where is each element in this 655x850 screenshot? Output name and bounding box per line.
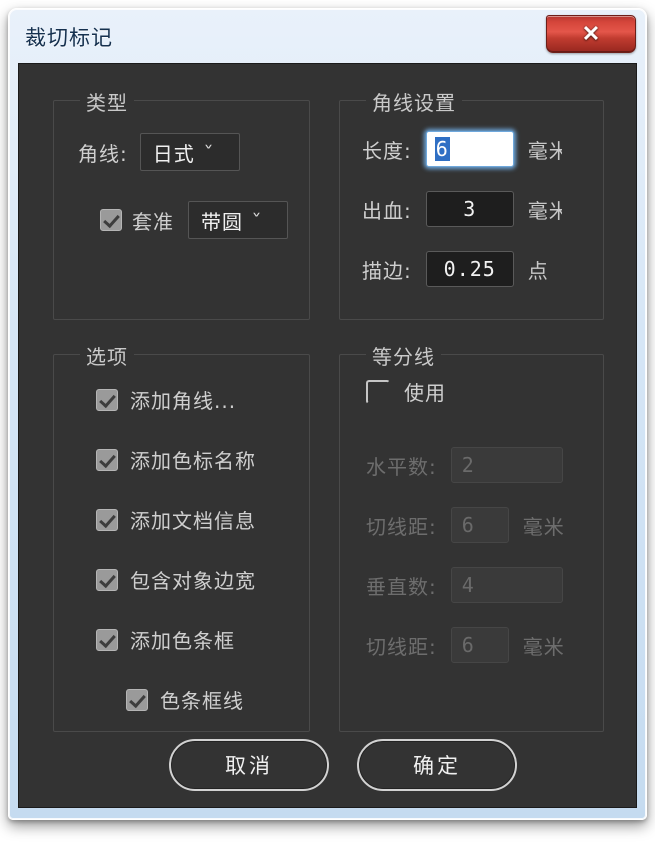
horizontal-count-input[interactable]: 2 bbox=[450, 447, 563, 483]
group-options: 选项 添加角线... 添加色标名称 添加文档信息 包含对象边宽 添加色条框 色条… bbox=[53, 341, 310, 732]
bleed-row: 出血: 3 毫米 bbox=[362, 191, 562, 227]
group-mark-settings-label: 角线设置 bbox=[366, 87, 462, 116]
chevron-down-icon: ˅ bbox=[203, 142, 215, 161]
vertical-offset-unit: 毫米 bbox=[522, 634, 565, 659]
dialog-window: 裁切标记 ✕ 类型 角线: 日式 ˅ 套准 带圆 ˅ 角线设置 长度: 6 毫米… bbox=[8, 8, 647, 820]
close-icon: ✕ bbox=[581, 21, 601, 46]
registration-value: 带圆 bbox=[201, 209, 243, 234]
cancel-button[interactable]: 取消 bbox=[169, 739, 329, 791]
bleed-label: 出血: bbox=[362, 198, 412, 223]
group-options-label: 选项 bbox=[80, 341, 134, 370]
title-bar[interactable]: 裁切标记 ✕ bbox=[9, 9, 646, 65]
horizontal-offset-input[interactable]: 6 bbox=[450, 507, 509, 543]
option-add-colorbar-frame-label: 添加色条框 bbox=[130, 629, 235, 653]
vertical-count-value: 4 bbox=[461, 573, 475, 597]
horizontal-count-value: 2 bbox=[461, 453, 475, 477]
horizontal-offset-row: 切线距: 6 毫米 bbox=[366, 507, 565, 543]
window-title: 裁切标记 bbox=[25, 26, 113, 50]
list-item[interactable]: 添加文档信息 bbox=[96, 505, 256, 534]
registration-checkbox[interactable] bbox=[100, 209, 122, 231]
corner-mark-label: 角线: bbox=[78, 141, 128, 166]
registration-select[interactable]: 带圆 ˅ bbox=[188, 201, 288, 239]
option-add-color-name-label: 添加色标名称 bbox=[130, 449, 256, 473]
list-item[interactable]: 添加色条框 bbox=[96, 625, 235, 654]
bleed-unit: 毫米 bbox=[527, 198, 562, 223]
vertical-count-input[interactable]: 4 bbox=[450, 567, 563, 603]
length-unit: 毫米 bbox=[527, 138, 562, 163]
option-colorbar-frame-line-checkbox[interactable] bbox=[126, 688, 148, 711]
dialog-content: 类型 角线: 日式 ˅ 套准 带圆 ˅ 角线设置 长度: 6 毫米 出血: 3 … bbox=[18, 63, 637, 808]
horizontal-count-row: 水平数: 2 bbox=[366, 447, 563, 483]
option-add-corner-marks-label: 添加角线... bbox=[130, 389, 237, 413]
list-item[interactable]: 添加角线... bbox=[96, 385, 236, 414]
option-add-corner-marks-checkbox[interactable] bbox=[96, 388, 118, 411]
stroke-label: 描边: bbox=[362, 258, 412, 283]
group-mark-settings: 角线设置 长度: 6 毫米 出血: 3 毫米 描边: 0.25 点 bbox=[339, 87, 604, 320]
group-type-label: 类型 bbox=[80, 87, 134, 116]
stroke-input[interactable]: 0.25 bbox=[425, 251, 514, 287]
vertical-offset-row: 切线距: 6 毫米 bbox=[366, 627, 565, 663]
list-item[interactable]: 包含对象边宽 bbox=[96, 565, 256, 594]
bleed-value: 3 bbox=[463, 197, 477, 221]
horizontal-offset-value: 6 bbox=[461, 513, 475, 537]
option-add-color-name-checkbox[interactable] bbox=[96, 448, 118, 471]
division-enable-row[interactable]: 使用 bbox=[366, 377, 446, 406]
horizontal-count-label: 水平数: bbox=[366, 454, 437, 479]
corner-mark-value: 日式 bbox=[152, 141, 195, 166]
horizontal-offset-label: 切线距: bbox=[366, 514, 437, 539]
group-division: 等分线 使用 水平数: 2 切线距: 6 毫米 垂直数: 4 切线距: 6 毫米 bbox=[339, 341, 604, 732]
group-division-label: 等分线 bbox=[366, 341, 441, 370]
chevron-down-icon: ˅ bbox=[251, 210, 264, 229]
vertical-count-label: 垂直数: bbox=[366, 574, 437, 599]
length-label: 长度: bbox=[362, 138, 412, 163]
division-enable-checkbox[interactable] bbox=[366, 379, 390, 404]
list-item[interactable]: 色条框线 bbox=[126, 685, 244, 714]
option-add-doc-info-checkbox[interactable] bbox=[96, 508, 118, 531]
division-enable-label: 使用 bbox=[404, 381, 446, 405]
close-button[interactable]: ✕ bbox=[546, 15, 636, 53]
option-colorbar-frame-line-label: 色条框线 bbox=[160, 689, 244, 713]
length-input[interactable]: 6 bbox=[425, 131, 514, 167]
option-include-object-width-label: 包含对象边宽 bbox=[130, 569, 256, 593]
bleed-input[interactable]: 3 bbox=[425, 191, 514, 227]
vertical-offset-input[interactable]: 6 bbox=[450, 627, 509, 663]
ok-button[interactable]: 确定 bbox=[357, 739, 517, 791]
horizontal-offset-unit: 毫米 bbox=[522, 514, 565, 539]
screen: 裁切标记 ✕ 类型 角线: 日式 ˅ 套准 带圆 ˅ 角线设置 长度: 6 毫米… bbox=[0, 0, 655, 850]
vertical-count-row: 垂直数: 4 bbox=[366, 567, 563, 603]
stroke-value: 0.25 bbox=[443, 257, 496, 281]
vertical-offset-value: 6 bbox=[461, 633, 475, 657]
registration-label: 套准 bbox=[132, 209, 174, 234]
corner-mark-select[interactable]: 日式 ˅ bbox=[139, 133, 240, 171]
option-include-object-width-checkbox[interactable] bbox=[96, 568, 118, 591]
corner-mark-row: 角线: 日式 ˅ bbox=[78, 133, 240, 171]
length-row: 长度: 6 毫米 bbox=[362, 131, 562, 167]
group-type: 类型 角线: 日式 ˅ 套准 带圆 ˅ bbox=[53, 87, 310, 320]
option-add-doc-info-label: 添加文档信息 bbox=[130, 509, 256, 533]
stroke-unit: 点 bbox=[527, 258, 549, 283]
vertical-offset-label: 切线距: bbox=[366, 634, 437, 659]
length-value: 6 bbox=[434, 137, 450, 161]
list-item[interactable]: 添加色标名称 bbox=[96, 445, 256, 474]
option-add-colorbar-frame-checkbox[interactable] bbox=[96, 628, 118, 651]
registration-row: 套准 带圆 ˅ bbox=[100, 201, 288, 239]
stroke-row: 描边: 0.25 点 bbox=[362, 251, 549, 287]
